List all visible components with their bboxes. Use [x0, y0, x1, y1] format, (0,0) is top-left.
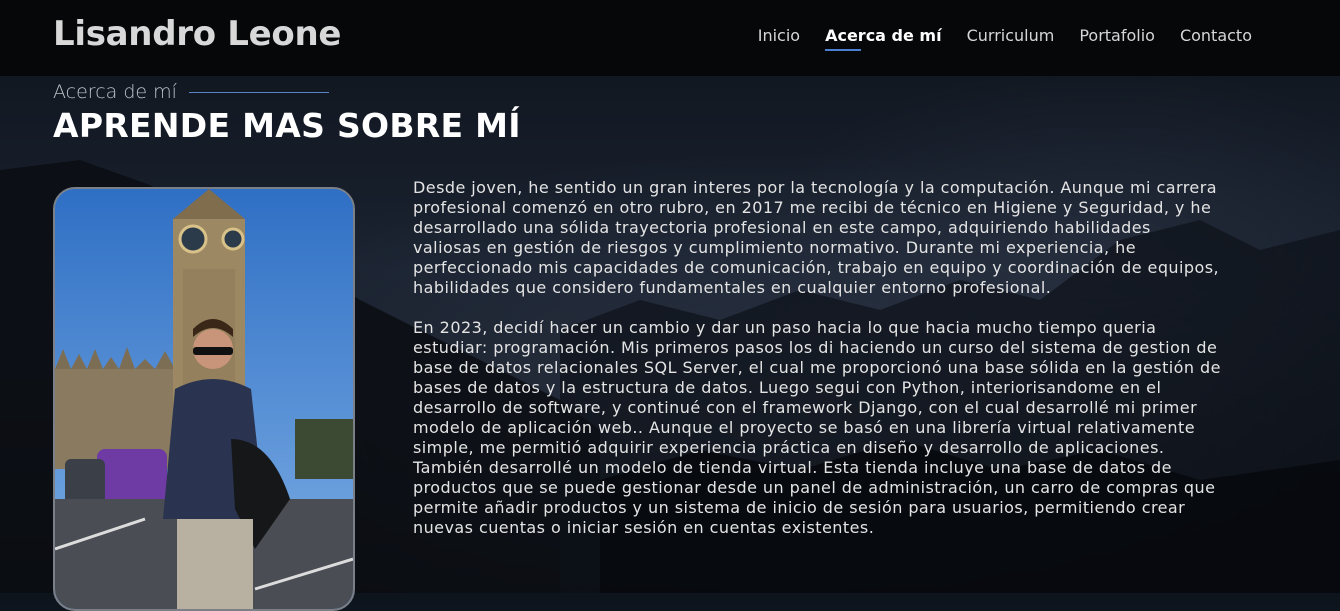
nav-item-portafolio[interactable]: Portafolio [1079, 26, 1155, 51]
section-label-text: Acerca de mí [53, 81, 177, 103]
navbar: Lisandro Leone Inicio Acerca de mí Curri… [0, 0, 1340, 76]
section-label-divider [188, 91, 329, 93]
profile-photo-image [55, 189, 353, 609]
bio-paragraph: Desde joven, he sentido un gran interes … [413, 178, 1220, 297]
about-bio: Desde joven, he sentido un gran interes … [413, 178, 1223, 558]
nav-item-contacto[interactable]: Contacto [1180, 26, 1252, 51]
bio-paragraph: En 2023, decidí hacer un cambio y dar un… [413, 318, 1221, 537]
main-nav: Inicio Acerca de mí Curriculum Portafoli… [758, 26, 1252, 51]
nav-item-curriculum[interactable]: Curriculum [967, 26, 1055, 51]
nav-item-inicio[interactable]: Inicio [758, 26, 800, 51]
section-label: Acerca de mí [53, 81, 329, 103]
nav-item-acerca[interactable]: Acerca de mí [825, 26, 942, 51]
brand-logo[interactable]: Lisandro Leone [53, 14, 341, 54]
profile-photo [53, 187, 355, 611]
section-title: APRENDE MAS SOBRE MÍ [53, 106, 521, 145]
